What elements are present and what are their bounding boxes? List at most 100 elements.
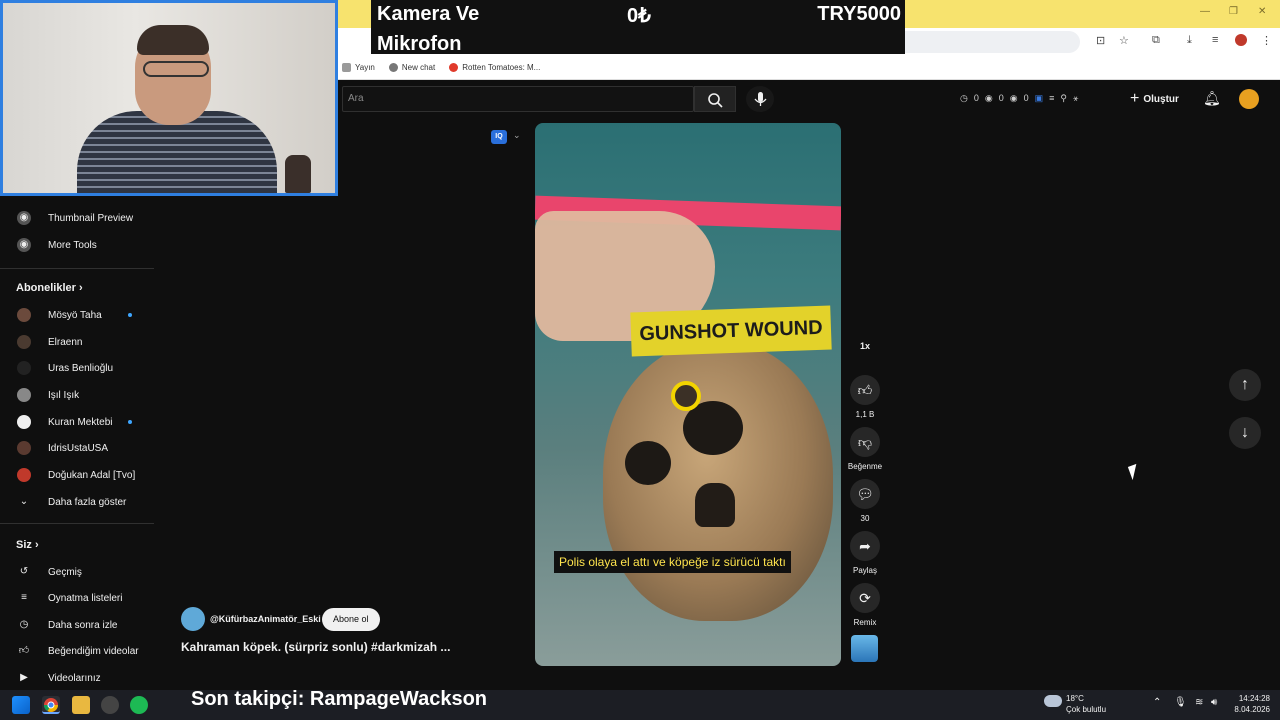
video-title[interactable]: Kahraman köpek. (sürpriz sonlu) #darkmiz… bbox=[181, 640, 450, 654]
you-header[interactable]: Siz › bbox=[16, 539, 39, 551]
sidebar-item-history[interactable]: ↺ Geçmiş bbox=[0, 559, 154, 585]
clock-icon: ◷ bbox=[960, 93, 968, 103]
chat-icon bbox=[388, 63, 398, 72]
system-clock[interactable]: 14:24:28 8.04.2026 bbox=[1230, 693, 1270, 715]
speaker-icon[interactable]: 🔊︎ bbox=[1211, 697, 1217, 708]
wifi-icon[interactable]: ≋ bbox=[1195, 697, 1203, 708]
sidebar-item-subscription[interactable]: IdrisUstaUSA bbox=[0, 435, 154, 461]
profile-avatar[interactable] bbox=[1235, 34, 1247, 46]
comments-button[interactable]: 💬︎ bbox=[850, 479, 880, 509]
clock-icon: ◷ bbox=[19, 619, 29, 630]
mic-tray-icon[interactable]: 🎙︎ bbox=[1174, 697, 1187, 708]
plus-icon: + bbox=[1130, 90, 1140, 107]
like-count: 1,1 B bbox=[855, 410, 875, 419]
skull-nose-cavity bbox=[695, 483, 735, 527]
remix-button[interactable]: ⟳ bbox=[850, 583, 880, 613]
streamer-hair bbox=[137, 25, 209, 55]
like-button[interactable]: 👍︎ bbox=[850, 375, 880, 405]
sidebar-item-subscription[interactable]: Elraenn bbox=[0, 329, 154, 355]
sidebar-item-subscription[interactable]: Mösyö Taha bbox=[0, 302, 154, 328]
chrome-taskbar-icon[interactable] bbox=[42, 696, 60, 714]
windows-start-icon[interactable] bbox=[12, 696, 30, 714]
goal-item: Kamera Ve bbox=[377, 3, 480, 25]
create-button[interactable]: + Oluştur bbox=[1130, 88, 1179, 110]
search-button[interactable] bbox=[694, 86, 736, 112]
list-icon[interactable]: ≡ bbox=[1049, 93, 1054, 104]
sidebar-item-thumbnail-preview[interactable]: ◉ Thumbnail Preview bbox=[0, 205, 154, 231]
sidebar-item-subscription[interactable]: Işıl Işık bbox=[0, 382, 154, 408]
share-icon: ➦ bbox=[859, 538, 871, 554]
bookmark-item[interactable]: New chat bbox=[388, 63, 435, 72]
extension-counters: ◷ 0 ◉ 0 ◉ 0 ▣ ≡ ⚲ ⚹ bbox=[960, 93, 1079, 104]
iq-extension-icon[interactable]: IQ bbox=[491, 130, 507, 144]
remix-label: Remix bbox=[853, 618, 877, 627]
sidebar-item-subscription[interactable]: Kuran Mektebi bbox=[0, 409, 154, 435]
subscriptions-header[interactable]: Abonelikler › bbox=[16, 282, 83, 294]
channel-name[interactable]: @KüfürbazAnimatör_Eski bbox=[210, 614, 321, 624]
menu-kebab-icon[interactable]: ⋮ bbox=[1261, 34, 1272, 47]
channel-avatar bbox=[17, 361, 31, 375]
sidebar-item-liked-videos[interactable]: 👍︎ Beğendiğim videolar bbox=[0, 638, 154, 664]
sidebar: ◉ Thumbnail Preview ◉ More Tools Aboneli… bbox=[0, 196, 154, 690]
user-avatar[interactable] bbox=[1239, 89, 1259, 109]
chrome-icon bbox=[44, 698, 58, 712]
channel-avatar bbox=[17, 388, 31, 402]
dislike-label: Beğenme bbox=[847, 462, 883, 471]
voice-search-button[interactable] bbox=[746, 86, 774, 112]
thumbs-down-icon: 👎︎ bbox=[857, 434, 873, 450]
show-more-button[interactable]: ⌄ Daha fazla göster bbox=[0, 489, 154, 515]
share-button[interactable]: ➦ bbox=[850, 531, 880, 561]
maximize-icon[interactable]: ❐ bbox=[1229, 6, 1238, 17]
file-explorer-icon[interactable] bbox=[72, 696, 90, 714]
pin-icon[interactable]: ⚹ bbox=[1073, 93, 1078, 104]
extensions-icon[interactable]: ⧉ bbox=[1152, 34, 1160, 47]
dislike-button[interactable]: 👎︎ bbox=[850, 427, 880, 457]
media-icon[interactable]: ≡ bbox=[1212, 34, 1218, 46]
divider bbox=[0, 523, 154, 524]
download-icon[interactable]: ⤓ bbox=[1187, 34, 1192, 47]
search-icon bbox=[708, 93, 723, 108]
thumbs-up-icon: 👍︎ bbox=[857, 382, 873, 398]
new-content-dot bbox=[128, 420, 132, 424]
sidebar-item-more-tools[interactable]: ◉ More Tools bbox=[0, 232, 154, 258]
iq-icon[interactable]: ▣ bbox=[1035, 93, 1044, 104]
search-placeholder: Ara bbox=[348, 93, 364, 104]
close-icon[interactable]: ✕ bbox=[1258, 6, 1266, 17]
chevron-down-icon: ⌄ bbox=[19, 496, 29, 507]
search-input[interactable] bbox=[342, 86, 694, 112]
shorts-video-player[interactable]: GUNSHOT WOUND bbox=[535, 123, 841, 666]
previous-video-button[interactable]: ↑ bbox=[1229, 369, 1261, 401]
minimize-icon[interactable]: — bbox=[1200, 6, 1210, 17]
next-video-button[interactable]: ↓ bbox=[1229, 417, 1261, 449]
subscribe-button[interactable]: Abone ol bbox=[322, 608, 380, 631]
playlist-icon: ≡ bbox=[21, 592, 27, 603]
tomato-icon bbox=[449, 63, 459, 72]
sidebar-item-subscription[interactable]: Uras Benlioğlu bbox=[0, 355, 154, 381]
key-icon[interactable]: ⚲ bbox=[1060, 93, 1067, 104]
bookmark-star-icon[interactable]: ☆ bbox=[1119, 34, 1129, 47]
divider bbox=[0, 268, 154, 269]
last-follower-overlay: Son takipçi: RampageWackson bbox=[191, 688, 487, 710]
bookmark-item[interactable]: Yayın bbox=[342, 63, 375, 72]
chevron-down-icon[interactable]: ⌄ bbox=[513, 130, 521, 141]
spotify-icon[interactable] bbox=[130, 696, 148, 714]
sidebar-item-your-videos[interactable]: ▶ Videolarınız bbox=[0, 665, 154, 691]
channel-avatar[interactable] bbox=[181, 607, 205, 631]
microphone-icon bbox=[754, 92, 767, 106]
cloud-icon bbox=[1044, 695, 1062, 707]
lantern-decor bbox=[285, 155, 311, 193]
evidence-tape: GUNSHOT WOUND bbox=[630, 305, 832, 357]
sidebar-item-playlists[interactable]: ≡ Oynatma listeleri bbox=[0, 585, 154, 611]
bookmark-item[interactable]: Rotten Tomatoes: M... bbox=[449, 63, 540, 72]
notifications-bell-icon[interactable]: 🔔︎ bbox=[1203, 90, 1221, 107]
sidebar-item-subscription[interactable]: Doğukan Adal [Tvo] bbox=[0, 462, 154, 488]
arrow-down-icon: ↓ bbox=[1241, 424, 1249, 441]
install-icon[interactable]: ⊡ bbox=[1096, 34, 1105, 47]
sidebar-item-watch-later[interactable]: ◷ Daha sonra izle bbox=[0, 612, 154, 638]
history-icon: ↺ bbox=[19, 566, 29, 577]
chevron-right-icon: › bbox=[34, 539, 39, 551]
speed-control[interactable]: 1x bbox=[835, 341, 895, 351]
sound-avatar[interactable] bbox=[851, 635, 878, 662]
tray-chevron-icon[interactable]: ⌃ bbox=[1153, 697, 1161, 708]
obs-icon[interactable] bbox=[101, 696, 119, 714]
